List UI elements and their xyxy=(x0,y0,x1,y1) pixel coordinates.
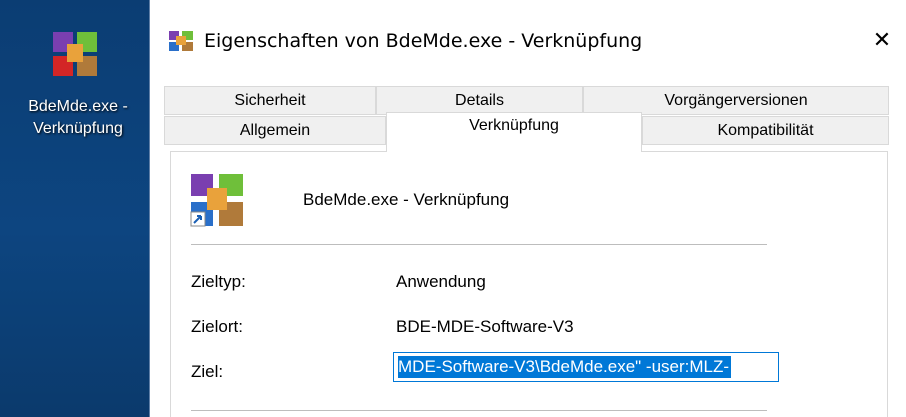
tab-kompatibilitaet[interactable]: Kompatibilität xyxy=(642,116,889,145)
ziel-input-selected-text: MDE-Software-V3\BdeMde.exe" -user:MLZ- xyxy=(398,356,732,378)
close-icon: ✕ xyxy=(872,27,892,52)
properties-dialog: Eigenschaften von BdeMde.exe - Verknüpfu… xyxy=(149,0,906,417)
tab-vorgaengerversionen[interactable]: Vorgängerversionen xyxy=(583,86,889,115)
dialog-title: Eigenschaften von BdeMde.exe - Verknüpfu… xyxy=(204,30,643,52)
desktop-label-line1: BdeMde.exe - xyxy=(28,98,128,115)
tab-label: Verknüpfung xyxy=(469,116,559,134)
tab-label: Details xyxy=(455,91,504,109)
zielort-value: BDE-MDE-Software-V3 xyxy=(396,317,574,336)
tab-verknuepfung[interactable]: Verknüpfung xyxy=(386,112,642,152)
tab-allgemein[interactable]: Allgemein xyxy=(164,116,386,145)
tab-label: Sicherheit xyxy=(234,91,306,109)
tab-label: Vorgängerversionen xyxy=(664,91,808,109)
bdemde-app-icon xyxy=(51,30,99,78)
separator xyxy=(191,244,767,245)
ziel-label: Ziel: xyxy=(191,362,224,381)
close-button[interactable]: ✕ xyxy=(868,26,896,54)
tab-sicherheit[interactable]: Sicherheit xyxy=(164,86,376,115)
ziel-input[interactable]: MDE-Software-V3\BdeMde.exe" -user:MLZ- xyxy=(393,352,779,382)
tab-panel-verknuepfung: BdeMde.exe - Verknüpfung Zieltyp: Anwend… xyxy=(170,151,888,417)
desktop-shortcut[interactable]: BdeMde.exe - Verknüpfung xyxy=(8,30,148,140)
zieltyp-value: Anwendung xyxy=(396,272,486,291)
title-bar[interactable]: Eigenschaften von BdeMde.exe - Verknüpfu… xyxy=(150,0,906,80)
separator-lower xyxy=(191,410,767,411)
shortcut-name: BdeMde.exe - Verknüpfung xyxy=(303,190,510,209)
tab-label: Kompatibilität xyxy=(717,121,814,139)
shortcut-app-icon xyxy=(189,172,245,228)
zieltyp-label: Zieltyp: xyxy=(191,272,246,291)
zielort-label: Zielort: xyxy=(191,317,243,336)
title-app-icon xyxy=(168,30,194,52)
desktop-shortcut-label: BdeMde.exe - Verknüpfung xyxy=(28,96,128,140)
tab-label: Allgemein xyxy=(239,121,311,139)
desktop-label-line2: Verknüpfung xyxy=(33,120,123,137)
tab-details[interactable]: Details xyxy=(376,86,583,115)
